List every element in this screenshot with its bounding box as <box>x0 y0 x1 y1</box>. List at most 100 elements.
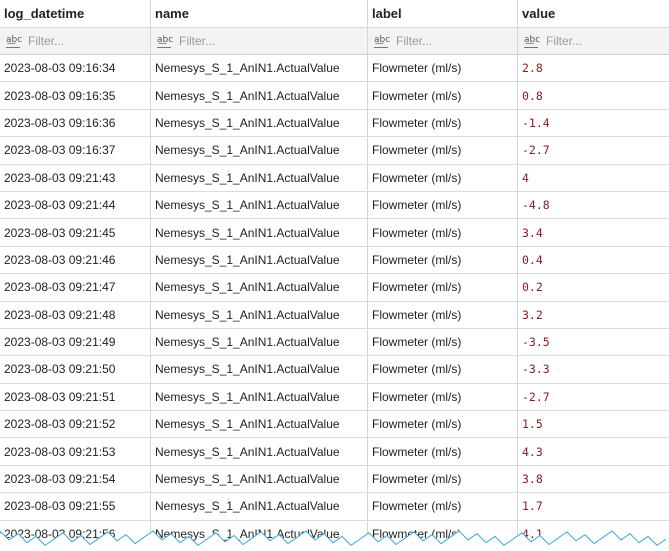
cell-label[interactable]: Flowmeter (ml/s) <box>368 465 518 493</box>
cell-log-datetime[interactable]: 2023-08-03 09:21:45 <box>0 219 151 246</box>
cell-log-datetime[interactable]: 2023-08-03 09:21:55 <box>0 493 151 520</box>
table-row[interactable]: 2023-08-03 09:21:52 Nemesys_S_1_AnIN1.Act… <box>0 411 669 439</box>
cell-value[interactable]: 3.4 <box>518 219 669 245</box>
cell-value[interactable]: 0.2 <box>518 274 669 300</box>
cell-log-datetime[interactable]: 2023-08-03 09:21:43 <box>0 164 151 191</box>
column-header-label[interactable]: label <box>368 0 518 27</box>
column-header-log-datetime[interactable]: log_datetime <box>0 0 151 27</box>
table-row[interactable]: 2023-08-03 09:21:55 Nemesys_S_1_AnIN1.Act… <box>0 493 669 521</box>
cell-value[interactable]: 3.8 <box>518 466 669 492</box>
cell-value[interactable]: 0.8 <box>518 82 669 108</box>
cell-label[interactable]: Flowmeter (ml/s) <box>368 55 518 82</box>
filter-placeholder: Filter... <box>546 34 583 48</box>
cell-log-datetime[interactable]: 2023-08-03 09:21:44 <box>0 191 151 219</box>
cell-name[interactable]: Nemesys_S_1_AnIN1.ActualValue <box>151 465 368 493</box>
table-row[interactable]: 2023-08-03 09:21:54 Nemesys_S_1_AnIN1.Act… <box>0 465 669 494</box>
cell-value[interactable]: 0.4 <box>518 247 669 273</box>
cell-label[interactable]: Flowmeter (ml/s) <box>368 411 518 438</box>
cell-value[interactable]: -2.7 <box>518 137 669 163</box>
column-header-value[interactable]: value <box>518 0 669 27</box>
table-row[interactable]: 2023-08-03 09:21:48 Nemesys_S_1_AnIN1.Act… <box>0 301 669 329</box>
cell-name[interactable]: Nemesys_S_1_AnIN1.ActualValue <box>151 246 368 274</box>
cell-name[interactable]: Nemesys_S_1_AnIN1.ActualValue <box>151 219 368 246</box>
cell-log-datetime[interactable]: 2023-08-03 09:21:49 <box>0 328 151 356</box>
cell-log-datetime[interactable]: 2023-08-03 09:21:50 <box>0 356 151 383</box>
cell-text: Nemesys_S_1_AnIN1.ActualValue <box>155 61 340 76</box>
cell-label[interactable]: Flowmeter (ml/s) <box>368 301 518 328</box>
table-body: 2023-08-03 09:16:34 Nemesys_S_1_AnIN1.Act… <box>0 55 669 549</box>
cell-value[interactable]: 1.5 <box>518 411 669 437</box>
cell-name[interactable]: Nemesys_S_1_AnIN1.ActualValue <box>151 301 368 328</box>
cell-value[interactable]: -3.5 <box>518 329 669 355</box>
cell-label[interactable]: Flowmeter (ml/s) <box>368 219 518 246</box>
cell-value[interactable]: -1.4 <box>518 110 669 136</box>
filter-name[interactable]: a͟bc Filter... <box>151 28 368 54</box>
table-row[interactable]: 2023-08-03 09:21:44 Nemesys_S_1_AnIN1.Act… <box>0 191 669 220</box>
cell-name[interactable]: Nemesys_S_1_AnIN1.ActualValue <box>151 438 368 465</box>
cell-log-datetime[interactable]: 2023-08-03 09:16:36 <box>0 109 151 137</box>
cell-value[interactable]: -3.3 <box>518 356 669 382</box>
cell-log-datetime[interactable]: 2023-08-03 09:16:35 <box>0 82 151 109</box>
cell-value[interactable]: 1.7 <box>518 493 669 519</box>
cell-label[interactable]: Flowmeter (ml/s) <box>368 438 518 465</box>
cell-log-datetime[interactable]: 2023-08-03 09:21:53 <box>0 438 151 465</box>
cell-label[interactable]: Flowmeter (ml/s) <box>368 328 518 356</box>
cell-log-datetime[interactable]: 2023-08-03 09:21:46 <box>0 246 151 274</box>
cell-value[interactable]: 4 <box>518 165 669 191</box>
filter-log-datetime[interactable]: a͟bc Filter... <box>0 28 151 54</box>
table-row[interactable]: 2023-08-03 09:21:50 Nemesys_S_1_AnIN1.Act… <box>0 356 669 384</box>
cell-value[interactable]: -2.7 <box>518 384 669 410</box>
cell-name[interactable]: Nemesys_S_1_AnIN1.ActualValue <box>151 328 368 356</box>
cell-value[interactable]: 2.8 <box>518 55 669 81</box>
cell-name[interactable]: Nemesys_S_1_AnIN1.ActualValue <box>151 383 368 411</box>
cell-name[interactable]: Nemesys_S_1_AnIN1.ActualValue <box>151 137 368 164</box>
table-row[interactable]: 2023-08-03 09:16:37 Nemesys_S_1_AnIN1.Act… <box>0 137 669 165</box>
table-row[interactable]: 2023-08-03 09:21:46 Nemesys_S_1_AnIN1.Act… <box>0 246 669 275</box>
cell-text: -1.4 <box>522 115 550 130</box>
cell-log-datetime[interactable]: 2023-08-03 09:21:52 <box>0 411 151 438</box>
cell-label[interactable]: Flowmeter (ml/s) <box>368 493 518 520</box>
column-header-name[interactable]: name <box>151 0 368 27</box>
cell-log-datetime[interactable]: 2023-08-03 09:21:54 <box>0 465 151 493</box>
filter-value[interactable]: a͟bc Filter... <box>518 28 669 54</box>
table-row[interactable]: 2023-08-03 09:21:49 Nemesys_S_1_AnIN1.Act… <box>0 328 669 357</box>
cell-name[interactable]: Nemesys_S_1_AnIN1.ActualValue <box>151 82 368 109</box>
cell-name[interactable]: Nemesys_S_1_AnIN1.ActualValue <box>151 55 368 82</box>
cell-label[interactable]: Flowmeter (ml/s) <box>368 164 518 191</box>
table-row[interactable]: 2023-08-03 09:21:51 Nemesys_S_1_AnIN1.Act… <box>0 383 669 412</box>
cell-label[interactable]: Flowmeter (ml/s) <box>368 274 518 301</box>
cell-log-datetime[interactable]: 2023-08-03 09:21:51 <box>0 383 151 411</box>
cell-name[interactable]: Nemesys_S_1_AnIN1.ActualValue <box>151 274 368 301</box>
cell-name[interactable]: Nemesys_S_1_AnIN1.ActualValue <box>151 191 368 219</box>
filter-label[interactable]: a͟bc Filter... <box>368 28 518 54</box>
cell-text: -3.3 <box>522 362 550 377</box>
table-row[interactable]: 2023-08-03 09:21:47 Nemesys_S_1_AnIN1.Act… <box>0 274 669 302</box>
cell-value[interactable]: 4.3 <box>518 438 669 464</box>
table-row[interactable]: 2023-08-03 09:16:35 Nemesys_S_1_AnIN1.Act… <box>0 82 669 110</box>
cell-name[interactable]: Nemesys_S_1_AnIN1.ActualValue <box>151 109 368 137</box>
cell-value[interactable]: -4.8 <box>518 192 669 218</box>
cell-name[interactable]: Nemesys_S_1_AnIN1.ActualValue <box>151 356 368 383</box>
abc-text-icon: a͟bc <box>524 35 540 48</box>
cell-label[interactable]: Flowmeter (ml/s) <box>368 246 518 274</box>
table-row[interactable]: 2023-08-03 09:16:34 Nemesys_S_1_AnIN1.Act… <box>0 55 669 83</box>
cell-log-datetime[interactable]: 2023-08-03 09:21:47 <box>0 274 151 301</box>
table-row[interactable]: 2023-08-03 09:21:45 Nemesys_S_1_AnIN1.Act… <box>0 219 669 247</box>
cell-log-datetime[interactable]: 2023-08-03 09:16:34 <box>0 55 151 82</box>
cell-log-datetime[interactable]: 2023-08-03 09:16:37 <box>0 137 151 164</box>
cell-log-datetime[interactable]: 2023-08-03 09:21:48 <box>0 301 151 328</box>
cell-label[interactable]: Flowmeter (ml/s) <box>368 137 518 164</box>
cell-name[interactable]: Nemesys_S_1_AnIN1.ActualValue <box>151 411 368 438</box>
cell-name[interactable]: Nemesys_S_1_AnIN1.ActualValue <box>151 164 368 191</box>
cell-name[interactable]: Nemesys_S_1_AnIN1.ActualValue <box>151 493 368 520</box>
cell-label[interactable]: Flowmeter (ml/s) <box>368 109 518 137</box>
cell-value[interactable]: 3.2 <box>518 302 669 328</box>
cell-text: 4 <box>522 170 529 185</box>
table-row[interactable]: 2023-08-03 09:16:36 Nemesys_S_1_AnIN1.Act… <box>0 109 669 138</box>
table-row[interactable]: 2023-08-03 09:21:53 Nemesys_S_1_AnIN1.Act… <box>0 438 669 466</box>
cell-label[interactable]: Flowmeter (ml/s) <box>368 383 518 411</box>
cell-label[interactable]: Flowmeter (ml/s) <box>368 82 518 109</box>
table-row[interactable]: 2023-08-03 09:21:43 Nemesys_S_1_AnIN1.Act… <box>0 164 669 192</box>
cell-label[interactable]: Flowmeter (ml/s) <box>368 191 518 219</box>
cell-label[interactable]: Flowmeter (ml/s) <box>368 356 518 383</box>
